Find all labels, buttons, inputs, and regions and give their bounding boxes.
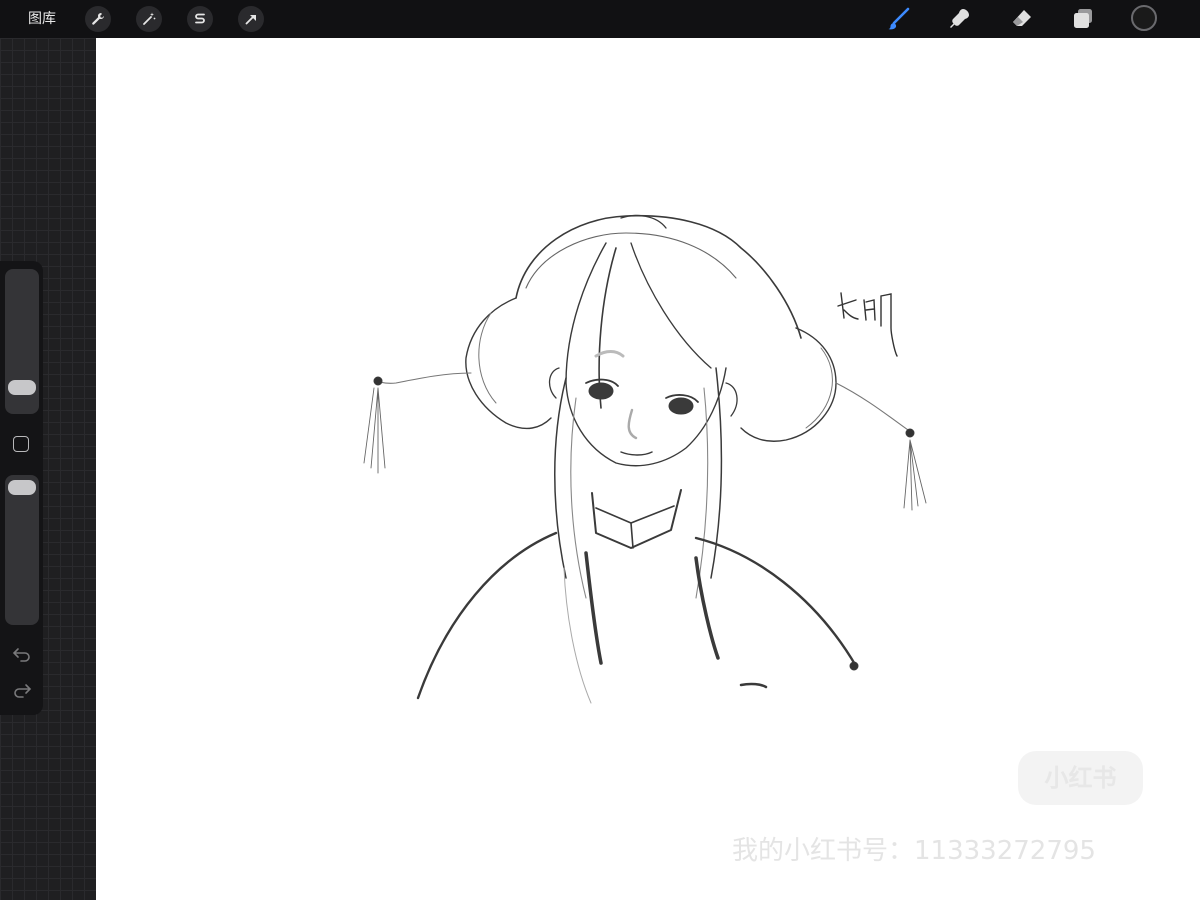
- top-toolbar: 图库: [0, 0, 1200, 38]
- brush-size-slider-thumb[interactable]: [8, 380, 36, 395]
- eraser-tool-button[interactable]: [1008, 5, 1036, 33]
- wrench-icon: [92, 12, 104, 25]
- actions-button[interactable]: [85, 6, 111, 32]
- transform-arrow-icon: [245, 15, 256, 25]
- drawing-canvas[interactable]: 长明 小红书 我的小红书号：1133327279​5: [96, 38, 1200, 900]
- selection-button[interactable]: [187, 6, 213, 32]
- transform-button[interactable]: [238, 6, 264, 32]
- selection-icon: [195, 13, 205, 24]
- color-picker-button[interactable]: [1131, 5, 1157, 31]
- watermark-logo: 小红书: [1018, 751, 1143, 805]
- opacity-slider-thumb[interactable]: [8, 480, 36, 495]
- smudge-icon: [950, 9, 969, 28]
- brush-tool-button[interactable]: [885, 5, 913, 33]
- modify-button[interactable]: [13, 436, 29, 452]
- magic-wand-icon: [143, 12, 156, 25]
- undo-button[interactable]: [12, 645, 32, 663]
- brush-size-slider[interactable]: [5, 269, 39, 414]
- adjustments-button[interactable]: [136, 6, 162, 32]
- signature-mark: [837, 292, 898, 357]
- redo-icon: [14, 684, 32, 698]
- eraser-icon: [1013, 10, 1031, 26]
- layers-icon: [1074, 9, 1092, 28]
- redo-button[interactable]: [12, 681, 32, 699]
- opacity-slider[interactable]: [5, 475, 39, 625]
- left-sidebar: [0, 261, 43, 715]
- brush-icon: [888, 7, 910, 30]
- smudge-tool-button[interactable]: [946, 5, 974, 33]
- gallery-button[interactable]: 图库: [28, 0, 56, 38]
- layers-button[interactable]: [1069, 5, 1097, 33]
- watermark-text: 我的小红书号：1133327279​5: [732, 836, 1096, 866]
- undo-icon: [12, 648, 30, 662]
